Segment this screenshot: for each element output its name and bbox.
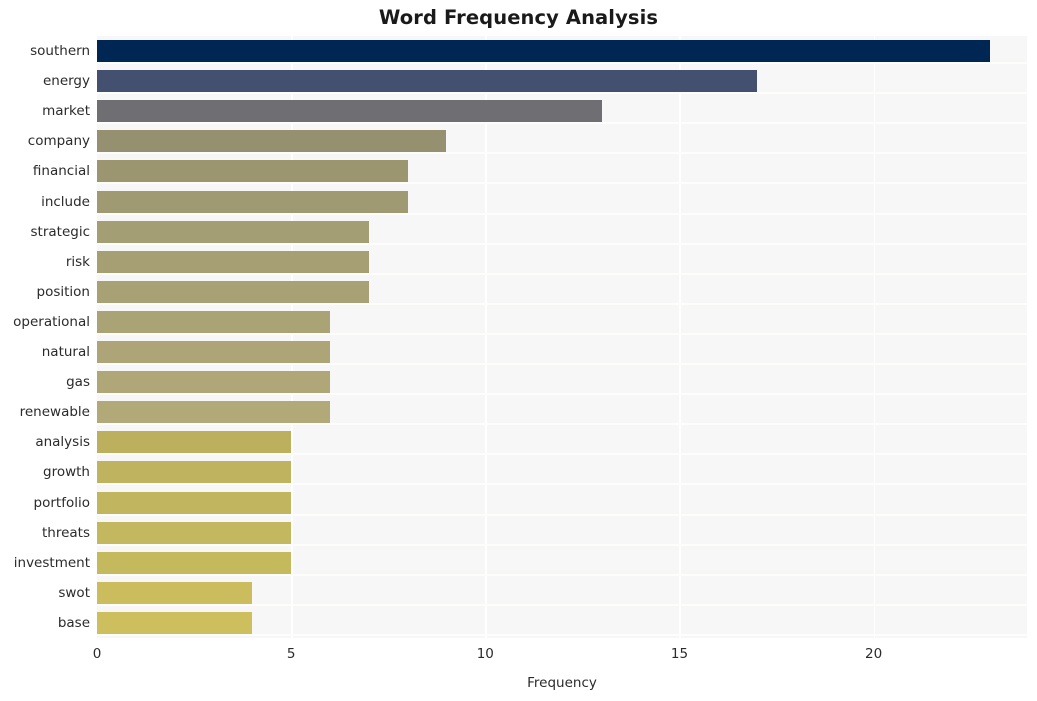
gridline-x-20 bbox=[873, 36, 875, 638]
y-tick-label-natural: natural bbox=[41, 344, 90, 361]
y-tick-label-southern: southern bbox=[30, 43, 90, 60]
row-separator bbox=[97, 272, 1027, 275]
bar-investment bbox=[97, 551, 292, 574]
bar-natural bbox=[97, 341, 330, 364]
row-separator bbox=[97, 423, 1027, 426]
row-separator bbox=[97, 513, 1027, 516]
bar-portfolio bbox=[97, 491, 292, 514]
x-tick-label-15: 15 bbox=[670, 646, 689, 662]
gridline-x-10 bbox=[485, 36, 487, 638]
bar-gas bbox=[97, 371, 330, 394]
bar-analysis bbox=[97, 431, 292, 454]
gridline-x-15 bbox=[679, 36, 681, 638]
row-separator bbox=[97, 332, 1027, 335]
y-tick-label-investment: investment bbox=[13, 554, 90, 571]
bar-southern bbox=[97, 40, 991, 63]
bar-financial bbox=[97, 160, 408, 183]
bar-risk bbox=[97, 250, 369, 273]
plot-area bbox=[97, 36, 1027, 638]
word-frequency-chart-figure: Word Frequency Analysis southern energy ma… bbox=[0, 0, 1037, 701]
row-separator bbox=[97, 62, 1027, 65]
bar-company bbox=[97, 130, 447, 153]
x-tick-label-10: 10 bbox=[476, 646, 494, 662]
y-tick-label-include: include bbox=[41, 193, 90, 210]
x-tick-label-0: 0 bbox=[92, 646, 102, 662]
bar-base bbox=[97, 611, 253, 634]
row-separator bbox=[97, 242, 1027, 245]
y-tick-label-swot: swot bbox=[58, 584, 90, 601]
y-tick-label-operational: operational bbox=[13, 313, 90, 330]
bar-growth bbox=[97, 461, 292, 484]
x-axis-tick-labels: 0 5 10 15 20 bbox=[0, 646, 1037, 668]
x-tick-label-20: 20 bbox=[865, 646, 883, 662]
row-separator bbox=[97, 573, 1027, 576]
bar-threats bbox=[97, 521, 292, 544]
y-tick-label-risk: risk bbox=[65, 253, 90, 270]
bar-renewable bbox=[97, 401, 330, 424]
y-tick-label-analysis: analysis bbox=[35, 434, 90, 451]
row-separator bbox=[97, 363, 1027, 366]
bar-strategic bbox=[97, 220, 369, 243]
row-separator bbox=[97, 543, 1027, 546]
y-tick-label-base: base bbox=[57, 614, 90, 631]
y-tick-label-financial: financial bbox=[32, 163, 90, 180]
row-separator bbox=[97, 212, 1027, 215]
gridline-x-5 bbox=[291, 36, 293, 638]
bar-operational bbox=[97, 310, 330, 333]
row-separator bbox=[97, 122, 1027, 125]
chart-title: Word Frequency Analysis bbox=[378, 6, 659, 29]
y-tick-label-energy: energy bbox=[42, 73, 90, 90]
row-separator bbox=[97, 633, 1027, 636]
bar-swot bbox=[97, 581, 253, 604]
row-separator bbox=[97, 152, 1027, 155]
bar-market bbox=[97, 100, 602, 123]
bar-position bbox=[97, 280, 369, 303]
y-tick-label-renewable: renewable bbox=[19, 404, 90, 421]
y-axis-tick-labels: southern energy market company financial incl… bbox=[0, 36, 90, 638]
row-separator bbox=[97, 483, 1027, 486]
row-separator bbox=[97, 302, 1027, 305]
bar-include bbox=[97, 190, 408, 213]
bar-energy bbox=[97, 70, 758, 93]
row-separator bbox=[97, 92, 1027, 95]
x-axis-title: Frequency bbox=[527, 675, 597, 691]
y-tick-label-portfolio: portfolio bbox=[33, 494, 90, 511]
y-tick-label-strategic: strategic bbox=[30, 223, 91, 240]
row-separator bbox=[97, 603, 1027, 606]
y-tick-label-market: market bbox=[42, 103, 90, 120]
y-tick-label-threats: threats bbox=[41, 524, 90, 541]
y-tick-label-position: position bbox=[36, 283, 90, 300]
row-separator bbox=[97, 182, 1027, 185]
y-tick-label-gas: gas bbox=[66, 374, 90, 391]
row-separator bbox=[97, 453, 1027, 456]
x-tick-label-5: 5 bbox=[286, 646, 296, 662]
y-tick-label-growth: growth bbox=[43, 464, 90, 481]
y-tick-label-company: company bbox=[27, 133, 90, 150]
row-separator bbox=[97, 393, 1027, 396]
